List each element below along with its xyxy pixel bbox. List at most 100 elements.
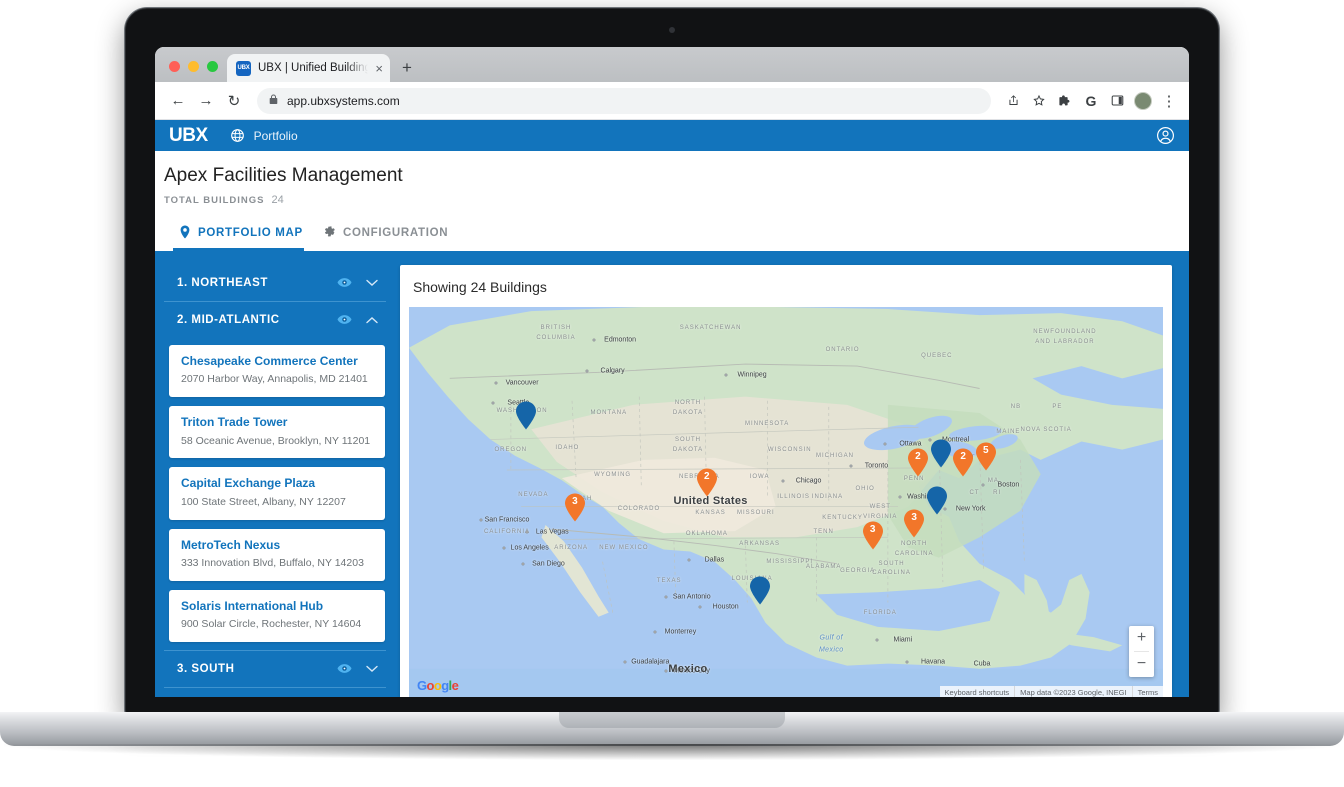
map-city-dot [653,630,657,634]
zoom-out-button[interactable]: − [1129,652,1154,677]
sidebar-group-header[interactable]: 1. NORTHEAST [164,265,386,302]
map-marker-pin[interactable] [930,439,951,468]
building-card[interactable]: Chesapeake Commerce Center 2070 Harbor W… [169,344,385,398]
map-city-dot [491,401,495,405]
map-marker-cluster[interactable]: 5 [975,442,996,471]
map-marker-pin[interactable] [926,486,947,515]
chevron-down-icon[interactable] [366,665,378,673]
google-logo[interactable]: Google [417,678,459,693]
total-buildings-row: TOTAL BUILDINGS 24 [164,194,1189,206]
building-name: Solaris International Hub [181,598,324,613]
address-bar-url: app.ubxsystems.com [287,93,400,108]
building-address: 333 Innovation Blvd, Buffalo, NY 14203 [181,557,364,570]
map-city-dot [502,546,506,550]
map-city-dot [664,669,668,673]
extensions-puzzle-icon[interactable] [1053,89,1077,113]
globe-icon[interactable] [230,128,245,143]
building-name: Capital Exchange Plaza [181,476,316,491]
sidebar-group-south: 3. SOUTH [164,649,386,688]
region-sidebar: 1. NORTHEAST 2. MID-ATLANTIC Chesapeake … [155,265,386,697]
google-icon[interactable]: G [1079,89,1103,113]
sidebar-group-body: Chesapeake Commerce Center 2070 Harbor W… [164,338,386,650]
page-header: Apex Facilities Management TOTAL BUILDIN… [155,151,1189,251]
web-app: UBX Portfolio Apex Facilities Management… [155,120,1189,697]
back-icon[interactable]: ← [165,88,191,114]
terms-link[interactable]: Terms [1131,685,1163,697]
map-city-dot [592,338,596,342]
kebab-menu-icon[interactable]: ⋮ [1157,89,1181,113]
building-card[interactable]: Solaris International Hub 900 Solar Circ… [169,589,385,642]
reload-icon[interactable]: ↻ [221,88,247,114]
tab-portfolio-map[interactable]: PORTFOLIO MAP [173,219,317,251]
map-heading: Showing 24 Buildings [413,278,547,295]
eye-icon[interactable] [337,277,352,288]
building-name: Triton Trade Tower [181,415,288,430]
sidebar-group-title: 1. NORTHEAST [177,276,268,289]
sidebar-group-title: 2. MID-ATLANTIC [177,313,280,326]
map-marker-pin[interactable] [749,576,770,605]
map-city-dot [875,638,879,642]
profile-avatar[interactable] [1131,89,1155,113]
map-marker-pin[interactable] [515,401,536,430]
eye-icon[interactable] [337,663,352,674]
map-marker-cluster[interactable]: 3 [862,521,883,550]
browser-toolbar: ← → ↻ app.ubxsystems.com G ⋮ [155,82,1189,120]
maximize-window-button[interactable] [207,61,218,72]
minimize-window-button[interactable] [188,61,199,72]
building-address: 900 Solar Circle, Rochester, NY 14604 [181,618,362,631]
close-icon[interactable]: × [375,62,383,75]
sidebar-group-header[interactable]: 3. SOUTH [164,651,386,688]
app-tabs: PORTFOLIO MAP CONFIGURATION [164,219,1189,251]
ubx-logo[interactable]: UBX [169,125,208,147]
keyboard-shortcuts-link[interactable]: Keyboard shortcuts [940,686,1015,697]
new-tab-button[interactable]: + [402,59,412,76]
map-marker-cluster[interactable]: 2 [953,448,974,477]
tab-title: UBX | Unified Building Experie [258,62,369,74]
account-circle-icon[interactable] [1156,126,1175,145]
map-viewport[interactable]: BRITISH COLUMBIA SASKATCHEWAN ONTARIO QUEBEC… [409,306,1163,697]
laptop-camera [669,27,675,33]
window-traffic-lights [155,61,218,82]
close-window-button[interactable] [169,61,180,72]
forward-icon[interactable]: → [193,88,219,114]
map-city-dot [664,595,668,599]
portfolio-nav-link[interactable]: Portfolio [254,129,298,143]
eye-icon[interactable] [337,314,352,325]
map-city-dot [883,442,887,446]
lock-icon [269,92,278,110]
tab-configuration-label: CONFIGURATION [342,227,449,240]
tab-portfolio-map-label: PORTFOLIO MAP [198,227,303,240]
chevron-down-icon[interactable] [366,279,378,287]
browser-tabstrip: UBX UBX | Unified Building Experie × + [155,47,1189,82]
map-city-dot [521,562,525,566]
map-city-dot [698,605,702,609]
chevron-up-icon[interactable] [366,316,378,324]
building-card[interactable]: Capital Exchange Plaza 100 State Street,… [169,467,385,520]
map-panel: Showing 24 Buildings BRITISH COLUMBIA SA… [400,264,1172,697]
building-name: Chesapeake Commerce Center [181,353,358,368]
sidebar-group-mid-atlantic: 2. MID-ATLANTIC Chesapeake Commerce Cent… [164,302,386,650]
address-bar[interactable]: app.ubxsystems.com [257,87,991,114]
sidebar-group-header[interactable]: 2. MID-ATLANTIC [164,302,386,338]
zoom-in-button[interactable]: + [1129,626,1154,651]
map-marker-cluster[interactable]: 3 [904,509,925,538]
share-icon[interactable] [1001,89,1025,113]
map-city-dot [898,495,902,499]
map-city-dot [687,558,691,562]
building-card[interactable]: MetroTech Nexus 333 Innovation Blvd, Buf… [169,528,385,581]
tab-configuration[interactable]: CONFIGURATION [317,219,462,251]
browser-tab[interactable]: UBX UBX | Unified Building Experie × [227,54,390,82]
map-city-dot [479,518,483,522]
map-city-dot [525,530,529,534]
app-top-bar: UBX Portfolio [155,120,1189,151]
side-panel-icon[interactable] [1105,89,1129,113]
building-address: 58 Oceanic Avenue, Brooklyn, NY 11201 [181,434,371,447]
map-data-credit: Map data ©2023 Google, INEGI [1014,685,1131,697]
map-marker-cluster[interactable]: 2 [907,448,928,477]
map-city-dot [724,373,728,377]
map-marker-cluster[interactable]: 3 [564,493,585,522]
bookmark-star-icon[interactable] [1027,89,1051,113]
map-city-dot [981,483,985,487]
building-card[interactable]: Triton Trade Tower 58 Oceanic Avenue, Br… [169,406,385,459]
map-marker-cluster[interactable]: 2 [696,468,717,497]
